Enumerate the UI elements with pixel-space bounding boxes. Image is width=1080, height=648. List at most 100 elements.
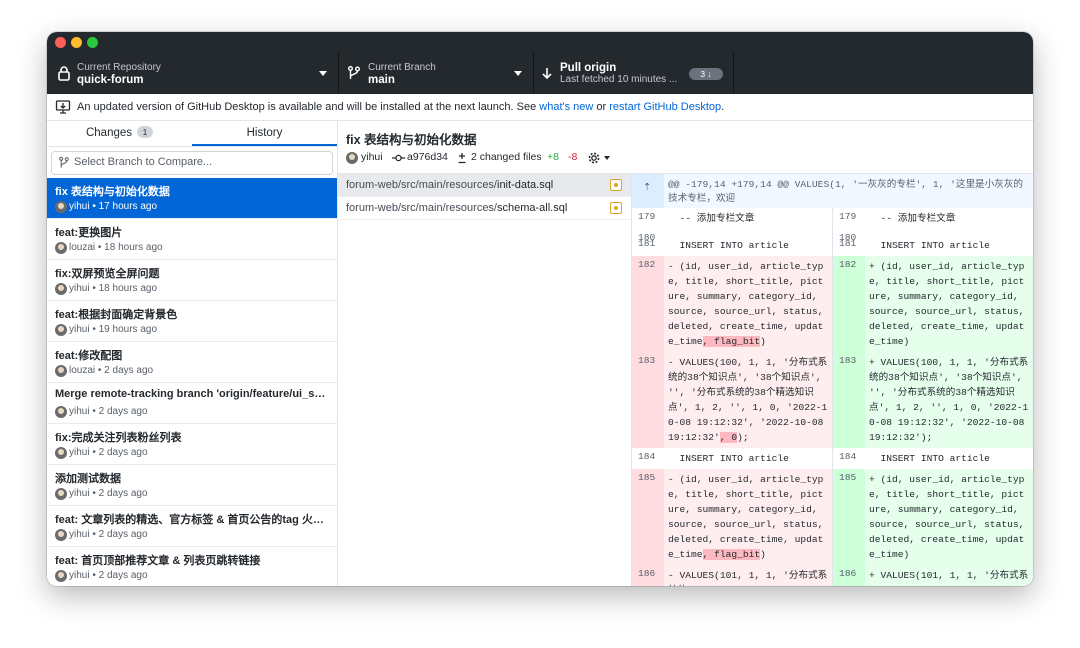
commit-summary: fix:完成关注列表粉丝列表 xyxy=(55,432,182,444)
commit-list-item[interactable]: fix:双屏预览全屏问题 yihui • 18 hours ago xyxy=(47,260,337,301)
avatar xyxy=(55,447,67,459)
toolbar: Current Repository quick-forum Current B… xyxy=(47,52,1033,94)
diff-line[interactable]: 182- (id, user_id, article_type, title, … xyxy=(632,256,832,352)
avatar xyxy=(55,324,67,336)
avatar xyxy=(55,201,67,213)
commit-sha[interactable]: a976d34 xyxy=(407,151,448,163)
diff-line[interactable]: 183 + VALUES(100, 1, 1, '分布式系统的38个知识点', '… xyxy=(833,352,1033,448)
commit-list-item[interactable]: feat:更换图片 louzai • 18 hours ago xyxy=(47,219,337,260)
commit-author-time: yihui • 19 hours ago xyxy=(69,324,158,335)
line-number: 186 xyxy=(833,565,865,586)
pull-title: Pull origin xyxy=(560,62,617,74)
diff-line[interactable]: 181 INSERT INTO article xyxy=(632,235,832,256)
diff-view: ⇡ @@ -179,14 +179,14 @@ VALUES(1, '一灰灰的专… xyxy=(632,174,1033,586)
commit-list: fix 表结构与初始化数据 yihui • 17 hours ago feat:… xyxy=(47,178,337,586)
commit-list-item[interactable]: fix 表结构与初始化数据 yihui • 17 hours ago xyxy=(47,178,337,219)
current-branch-button[interactable]: Current Branch main xyxy=(338,52,534,94)
diff-right-pane: 179 -- 添加专栏文章 180 181 INSERT INTO article 1… xyxy=(833,208,1033,586)
line-number: 186 xyxy=(632,565,664,586)
update-banner: An updated version of GitHub Desktop is … xyxy=(47,94,1033,121)
diff-line[interactable]: 179 -- 添加专栏文章 xyxy=(632,208,832,229)
commit-list-item[interactable]: feat:修改配图 louzai • 2 days ago xyxy=(47,342,337,383)
diff-line[interactable]: 185 + (id, user_id, article_type, title, … xyxy=(833,469,1033,565)
line-number: 179 xyxy=(638,211,656,222)
commit-list-item[interactable]: Merge remote-tracking branch 'origin/fea… xyxy=(47,383,337,424)
line-number: 181 xyxy=(839,238,857,249)
diff-line[interactable]: 185- (id, user_id, article_type, title, … xyxy=(632,469,832,565)
diff-line[interactable]: 186 + VALUES(101, 1, 1, '分布式系 xyxy=(833,565,1033,586)
file-modified-icon xyxy=(610,202,622,214)
expand-up-button[interactable]: ⇡ xyxy=(632,174,664,208)
commit-author-time: yihui • 2 days ago xyxy=(69,447,148,458)
branch-compare-box xyxy=(51,151,333,175)
code-line: - (id, user_id, article_type, title, sho… xyxy=(668,474,830,560)
file-list-item[interactable]: forum-web/src/main/resources/init-data.s… xyxy=(338,174,631,197)
diff-left-pane: 179 -- 添加专栏文章 180 181 INSERT INTO article 1… xyxy=(632,208,833,586)
line-number: 183 xyxy=(632,352,664,448)
current-repository-button[interactable]: Current Repository quick-forum xyxy=(47,52,339,94)
code-line: INSERT INTO article xyxy=(869,240,990,251)
diff-line[interactable]: 184 INSERT INTO article xyxy=(833,448,1033,469)
line-number: 181 xyxy=(638,238,656,249)
commit-author-time: louzai • 2 days ago xyxy=(69,365,154,376)
gear-icon[interactable] xyxy=(587,151,601,165)
avatar xyxy=(55,488,67,500)
commit-list-item[interactable]: fix:完成关注列表粉丝列表 yihui • 2 days ago xyxy=(47,424,337,465)
code-line: -- 添加专栏文章 xyxy=(869,213,956,224)
repository-label: Current Repository xyxy=(77,62,161,73)
branch-compare-input[interactable] xyxy=(74,154,324,170)
diff-line[interactable]: 184 INSERT INTO article xyxy=(632,448,832,469)
desktop-download-icon xyxy=(55,100,71,114)
avatar xyxy=(55,570,67,582)
commit-list-item[interactable]: feat: 文章列表的精选、官方标签 & 首页公告的tag 火标签 yihui … xyxy=(47,506,337,547)
line-number: 184 xyxy=(839,451,857,462)
diff-line[interactable]: 182 + (id, user_id, article_type, title, … xyxy=(833,256,1033,352)
commit-summary: feat: 文章列表的精选、官方标签 & 首页公告的tag 火标签 xyxy=(55,514,330,526)
pull-count-badge: 3 ↓ xyxy=(689,68,723,80)
repository-name: quick-forum xyxy=(77,74,144,86)
commit-summary: feat:根据封面确定背景色 xyxy=(55,309,178,321)
code-line: INSERT INTO article xyxy=(869,453,990,464)
commit-author-time: yihui • 18 hours ago xyxy=(69,283,158,294)
code-line: + VALUES(100, 1, 1, '分布式系统的38个知识点', '38个… xyxy=(869,357,1031,443)
code-line: - VALUES(101, 1, 1, '分布式系统的 xyxy=(668,570,828,586)
git-branch-icon xyxy=(59,156,69,168)
lock-icon xyxy=(58,66,70,81)
diff-line[interactable]: 186- VALUES(101, 1, 1, '分布式系统的 xyxy=(632,565,832,586)
commit-author-time: yihui • 17 hours ago xyxy=(69,201,158,212)
changed-text-highlight: , 0 xyxy=(719,432,738,443)
changed-files-list: forum-web/src/main/resources/init-data.s… xyxy=(338,174,632,586)
avatar xyxy=(55,283,67,295)
title-bar xyxy=(47,32,1033,52)
commit-list-item[interactable]: 添加测试数据 yihui • 2 days ago xyxy=(47,465,337,506)
commit-title: fix 表结构与初始化数据 xyxy=(346,133,477,147)
file-list-item[interactable]: forum-web/src/main/resources/schema-all.… xyxy=(338,197,631,220)
whats-new-link[interactable]: what's new xyxy=(539,101,593,113)
chevron-down-icon xyxy=(604,156,610,160)
line-number: 182 xyxy=(632,256,664,352)
branch-label: Current Branch xyxy=(368,62,436,73)
diff-line[interactable]: 179 -- 添加专栏文章 xyxy=(833,208,1033,229)
commit-list-item[interactable]: feat: 首页顶部推荐文章 & 列表页跳转链接 yihui • 2 days … xyxy=(47,547,337,586)
tab-history[interactable]: History xyxy=(192,121,337,146)
commit-author-time: yihui • 2 days ago xyxy=(69,529,148,540)
diff-line[interactable]: 181 INSERT INTO article xyxy=(833,235,1033,256)
close-window-button[interactable] xyxy=(55,37,66,48)
changed-text-highlight: , flag_bit xyxy=(702,336,761,347)
zoom-window-button[interactable] xyxy=(87,37,98,48)
last-fetched-text: Last fetched 10 minutes ... xyxy=(560,74,678,85)
avatar xyxy=(55,406,67,418)
line-number: 183 xyxy=(833,352,865,448)
minimize-window-button[interactable] xyxy=(71,37,82,48)
diff-line[interactable]: 183- VALUES(100, 1, 1, '分布式系统的38个知识点', '… xyxy=(632,352,832,448)
changes-count-badge: 1 xyxy=(137,126,154,138)
commit-list-item[interactable]: feat:根据封面确定背景色 yihui • 19 hours ago xyxy=(47,301,337,342)
update-banner-text: An updated version of GitHub Desktop is … xyxy=(77,101,725,113)
commit-summary: feat:修改配图 xyxy=(55,350,123,362)
tab-changes[interactable]: Changes 1 xyxy=(47,121,192,146)
pull-origin-button[interactable]: Pull origin Last fetched 10 minutes ... … xyxy=(533,52,734,94)
git-branch-icon xyxy=(348,66,360,79)
restart-github-desktop-link[interactable]: restart GitHub Desktop xyxy=(609,101,721,113)
commit-summary: feat: 首页顶部推荐文章 & 列表页跳转链接 xyxy=(55,555,261,567)
arrow-down-icon xyxy=(542,68,552,80)
